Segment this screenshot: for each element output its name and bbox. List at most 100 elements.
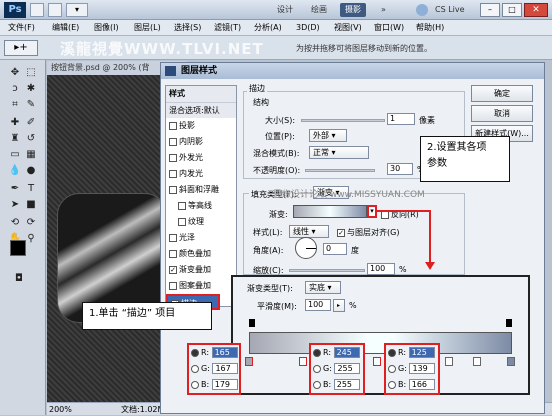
ok-button[interactable]: 确定 [471,85,533,102]
radio-selected-icon[interactable] [191,348,199,357]
move-tool-preset-icon[interactable]: ▸+ [4,40,38,56]
style-list-header[interactable]: 样式 [166,86,236,102]
scale-input[interactable]: 100 [367,263,395,275]
checkbox-icon[interactable] [169,185,177,194]
smoothness-input[interactable]: 100 [305,299,331,311]
smoothness-dropdown-icon[interactable]: ▸ [333,299,345,312]
checkbox-icon[interactable] [178,217,186,226]
pen-tool-icon[interactable]: ✒ [8,182,22,196]
maximize-button[interactable]: □ [502,3,522,17]
search-icon[interactable] [416,4,428,16]
workspace-paint[interactable]: 绘画 [306,3,332,17]
radio-selected-icon[interactable] [313,348,321,357]
foreground-color-swatch[interactable] [10,240,26,256]
menu-analysis[interactable]: 分析(A) [254,20,282,36]
brush-tool-icon[interactable]: ✐ [24,116,38,130]
3d-camera-icon[interactable]: ⟳ [24,216,38,230]
radio-icon[interactable] [388,380,396,389]
style-inner-shadow[interactable]: 内阴影 [166,134,236,150]
blend-mode-select[interactable]: 正常 ▾ [309,146,369,159]
checkbox-icon[interactable] [169,233,177,242]
position-select[interactable]: 外部 ▾ [309,129,347,142]
checkbox-checked-icon[interactable]: ✓ [337,228,345,237]
r-input[interactable]: 245 [333,347,360,358]
menu-view[interactable]: 视图(V) [334,20,362,36]
scale-slider[interactable] [289,269,365,272]
eraser-icon[interactable]: ▭ [8,148,22,162]
opacity-stop-icon[interactable] [506,319,512,327]
checkbox-icon[interactable] [169,249,177,258]
checkbox-checked-icon[interactable]: ✓ [169,265,177,274]
close-button[interactable]: ✕ [524,3,548,17]
zoom-level[interactable]: 200% [49,403,72,416]
clone-stamp-icon[interactable]: ♜ [8,132,22,146]
color-stop-icon[interactable] [299,357,307,366]
style-bevel-emboss[interactable]: 斜面和浮雕 [166,182,236,198]
menu-layer[interactable]: 图层(L) [134,20,161,36]
b-input[interactable]: 255 [333,379,360,390]
minibridge-button[interactable] [48,3,62,17]
type-tool-icon[interactable]: T [24,182,38,196]
checkbox-icon[interactable] [169,137,177,146]
document-canvas[interactable] [47,75,167,402]
workspace-more-icon[interactable]: » [376,3,391,17]
gradient-type-select[interactable]: 实底 ▾ [305,281,341,294]
shape-tool-icon[interactable]: ■ [24,198,38,212]
r-input[interactable]: 125 [408,347,435,358]
menu-image[interactable]: 图像(I) [94,20,119,36]
size-slider[interactable] [301,119,385,122]
radio-selected-icon[interactable] [388,348,396,357]
zoom-tool-icon[interactable]: ⚲ [24,232,38,246]
size-input[interactable]: 1 [387,113,415,125]
menu-edit[interactable]: 编辑(E) [52,20,79,36]
color-stop-icon[interactable] [507,357,515,366]
cslive-button[interactable]: CS Live [430,3,470,17]
eyedropper-icon[interactable]: ✎ [24,98,38,112]
path-select-icon[interactable]: ➤ [8,198,22,212]
angle-input[interactable]: 0 [323,243,347,255]
gradient-style-select[interactable]: 线性 ▾ [289,225,329,238]
checkbox-icon[interactable] [169,281,177,290]
radio-icon[interactable] [191,364,199,373]
gradient-dropdown-icon[interactable]: ▾ [367,205,377,218]
checkbox-icon[interactable] [169,153,177,162]
quick-mask-icon[interactable]: ◘ [12,272,26,286]
style-texture[interactable]: 纹理 [166,214,236,230]
b-input[interactable]: 179 [211,379,238,390]
g-input[interactable]: 139 [409,363,436,374]
blend-options[interactable]: 混合选项:默认 [166,102,236,118]
gradient-tool-icon[interactable]: ▦ [24,148,38,162]
angle-dial-icon[interactable] [295,237,317,259]
blur-tool-icon[interactable]: 💧 [8,164,22,178]
style-satin[interactable]: 光泽 [166,230,236,246]
style-pattern-overlay[interactable]: 图案叠加 [166,278,236,294]
menu-select[interactable]: 选择(S) [174,20,201,36]
marquee-tool-icon[interactable]: ⬚ [24,66,38,80]
menu-filter[interactable]: 滤镜(T) [214,20,241,36]
style-contour[interactable]: 等高线 [166,198,236,214]
g-input[interactable]: 167 [212,363,239,374]
r-input[interactable]: 165 [211,347,238,358]
style-color-overlay[interactable]: 颜色叠加 [166,246,236,262]
color-stop-icon[interactable] [373,357,381,366]
zoom-dropdown[interactable]: ▾ [66,3,88,17]
cancel-button[interactable]: 取消 [471,105,533,122]
crop-tool-icon[interactable]: ⌗ [8,98,22,112]
style-gradient-overlay[interactable]: ✓ 渐变叠加 [166,262,236,278]
lasso-tool-icon[interactable]: ↄ [8,82,22,96]
gradient-preview[interactable] [293,205,367,218]
gradient-bar[interactable] [249,332,512,354]
menu-3d[interactable]: 3D(D) [296,20,320,36]
checkbox-icon[interactable] [169,121,177,130]
radio-icon[interactable] [313,380,321,389]
magic-wand-icon[interactable]: ✱ [24,82,38,96]
g-input[interactable]: 255 [334,363,361,374]
healing-brush-icon[interactable]: ✚ [8,116,22,130]
b-input[interactable]: 166 [408,379,435,390]
bridge-button[interactable] [30,3,44,17]
workspace-design[interactable]: 设计 [272,3,298,17]
move-tool-icon[interactable]: ✥ [8,66,22,80]
style-inner-glow[interactable]: 内发光 [166,166,236,182]
menu-file[interactable]: 文件(F) [8,20,35,36]
3d-rotate-icon[interactable]: ⟲ [8,216,22,230]
